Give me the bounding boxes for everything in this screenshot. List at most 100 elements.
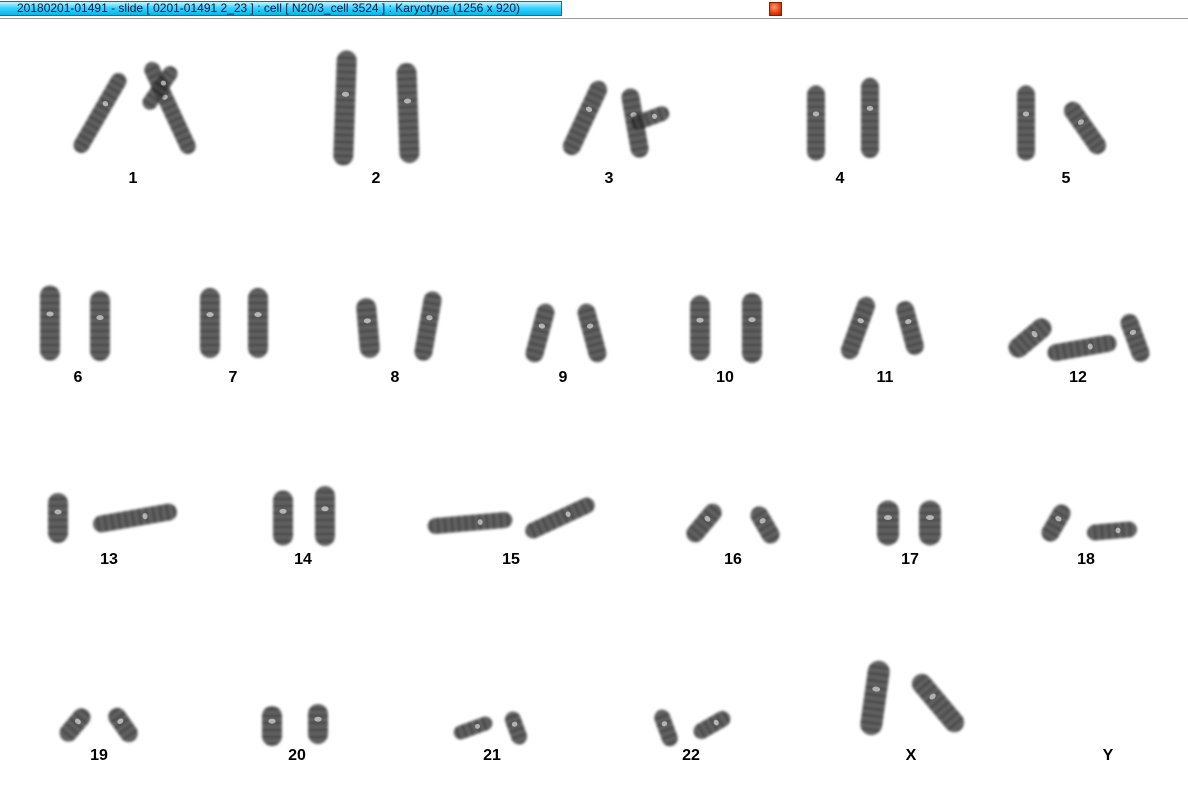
chromosome-8-1[interactable] — [355, 297, 380, 359]
chromosome-3-1[interactable] — [560, 78, 610, 158]
chromosome-X-2[interactable] — [908, 670, 968, 736]
chromosome-12-2[interactable] — [1046, 334, 1118, 363]
close-icon[interactable] — [769, 2, 782, 16]
chromosome-4-2[interactable] — [861, 78, 879, 158]
chromosome-pair-7[interactable] — [200, 288, 268, 358]
chromosome-11-1[interactable] — [838, 294, 877, 361]
chromosome-5-2[interactable] — [1060, 98, 1109, 157]
chromosome-pair-13[interactable] — [48, 493, 178, 543]
chromosome-22-1[interactable] — [652, 707, 680, 748]
centromere — [748, 317, 756, 323]
chromosome-label-8: 8 — [391, 369, 400, 386]
chromosome-21-1[interactable] — [452, 715, 494, 742]
chromosome-label-Y: Y — [1103, 747, 1114, 764]
chromosome-X-1[interactable] — [859, 659, 891, 736]
chromosome-15-2[interactable] — [523, 495, 598, 541]
centromere — [314, 716, 322, 722]
chromosome-pair-21[interactable] — [452, 709, 530, 746]
chromosome-17-2[interactable] — [919, 500, 941, 546]
chromosome-label-11: 11 — [877, 369, 894, 386]
chromosome-6-1[interactable] — [40, 285, 60, 361]
window-title-bar: 20180201-01491 - slide [ 0201-01491 2_23… — [0, 0, 1188, 19]
chromosome-label-16: 16 — [724, 551, 742, 568]
chromosome-pair-14[interactable] — [273, 486, 335, 546]
chromosome-14-2[interactable] — [315, 486, 335, 546]
chromosome-6-2[interactable] — [90, 291, 110, 361]
centromere — [206, 312, 214, 318]
chromosome-label-21: 21 — [483, 747, 501, 764]
chromosome-9-2[interactable] — [576, 302, 609, 365]
centromere — [926, 515, 934, 521]
chromosome-14-1[interactable] — [273, 490, 293, 546]
chromosome-19-2[interactable] — [105, 704, 142, 745]
centromere — [321, 506, 329, 512]
chromosome-label-6: 6 — [74, 369, 83, 386]
centromere — [696, 317, 704, 323]
chromosome-label-12: 12 — [1069, 369, 1087, 386]
chromosome-pair-20[interactable] — [262, 704, 328, 746]
chromosome-label-2: 2 — [372, 170, 381, 187]
chromosome-label-18: 18 — [1077, 551, 1095, 568]
chromosome-18-2[interactable] — [1086, 521, 1137, 541]
chromosome-pair-22[interactable] — [652, 707, 733, 748]
chromosome-pair-19[interactable] — [56, 704, 141, 745]
karyotype-board: 1 2 3 4 56 7 8 9 10 11 1213 14 15 16 17 1819 20 21 22 X Y — [40, 50, 1152, 764]
chromosome-pair-15[interactable] — [427, 495, 597, 541]
chromosome-pair-4[interactable] — [807, 78, 879, 161]
chromosome-pair-3[interactable] — [560, 78, 671, 159]
chromosome-pair-8[interactable] — [355, 290, 443, 362]
chromosome-pair-X[interactable] — [859, 659, 968, 736]
centromere — [268, 718, 276, 724]
chromosome-pair-11[interactable] — [838, 294, 925, 361]
centromere — [866, 105, 874, 111]
chromosome-16-1[interactable] — [683, 500, 726, 546]
chromosome-label-7: 7 — [229, 369, 238, 386]
chromosome-label-1: 1 — [129, 170, 138, 187]
chromosome-label-17: 17 — [901, 551, 919, 568]
chromosome-label-19: 19 — [90, 747, 108, 764]
chromosome-pair-12[interactable] — [1004, 311, 1152, 364]
chromosome-11-2[interactable] — [894, 299, 926, 357]
centromere — [54, 509, 62, 515]
chromosome-13-1[interactable] — [48, 493, 68, 543]
chromosome-2-1[interactable] — [333, 50, 357, 166]
chromosome-2-2[interactable] — [396, 63, 420, 164]
chromosome-15-1[interactable] — [427, 511, 513, 535]
chromosome-pair-5[interactable] — [1017, 85, 1110, 161]
chromosome-18-1[interactable] — [1038, 501, 1074, 545]
chromosome-pair-9[interactable] — [524, 302, 609, 365]
chromosome-10-2[interactable] — [742, 293, 762, 363]
chromosome-label-15: 15 — [502, 551, 520, 568]
window-title[interactable]: 20180201-01491 - slide [ 0201-01491 2_23… — [0, 1, 562, 16]
chromosome-label-9: 9 — [559, 369, 568, 386]
chromosome-22-2[interactable] — [691, 708, 734, 742]
chromosome-9-1[interactable] — [524, 302, 557, 365]
chromosome-pair-17[interactable] — [877, 500, 941, 546]
chromosome-4-1[interactable] — [807, 85, 825, 161]
chromosome-label-10: 10 — [716, 369, 734, 386]
chromosome-13-2[interactable] — [92, 502, 179, 534]
chromosome-17-1[interactable] — [877, 500, 899, 546]
chromosome-12-3[interactable] — [1118, 311, 1152, 364]
chromosome-pair-6[interactable] — [40, 285, 110, 362]
chromosome-label-4: 4 — [836, 170, 845, 187]
centromere — [96, 315, 104, 321]
chromosome-7-2[interactable] — [248, 288, 268, 358]
chromosome-pair-18[interactable] — [1038, 501, 1137, 545]
chromosome-pair-10[interactable] — [690, 293, 762, 363]
chromosome-19-1[interactable] — [56, 705, 94, 746]
chromosome-pair-2[interactable] — [333, 50, 420, 166]
chromosome-16-2[interactable] — [747, 503, 783, 547]
chromosome-20-1[interactable] — [262, 706, 282, 746]
chromosome-1-1[interactable] — [71, 70, 130, 156]
chromosome-label-3: 3 — [605, 170, 614, 187]
chromosome-20-2[interactable] — [308, 704, 328, 744]
chromosome-21-2[interactable] — [503, 709, 530, 746]
chromosome-5-1[interactable] — [1017, 85, 1035, 161]
chromosome-8-2[interactable] — [413, 290, 443, 362]
chromosome-pair-1[interactable] — [71, 59, 199, 156]
chromosome-7-1[interactable] — [200, 288, 220, 358]
chromosome-pair-16[interactable] — [683, 500, 783, 547]
chromosome-10-1[interactable] — [690, 295, 710, 361]
centromere — [1022, 111, 1030, 117]
